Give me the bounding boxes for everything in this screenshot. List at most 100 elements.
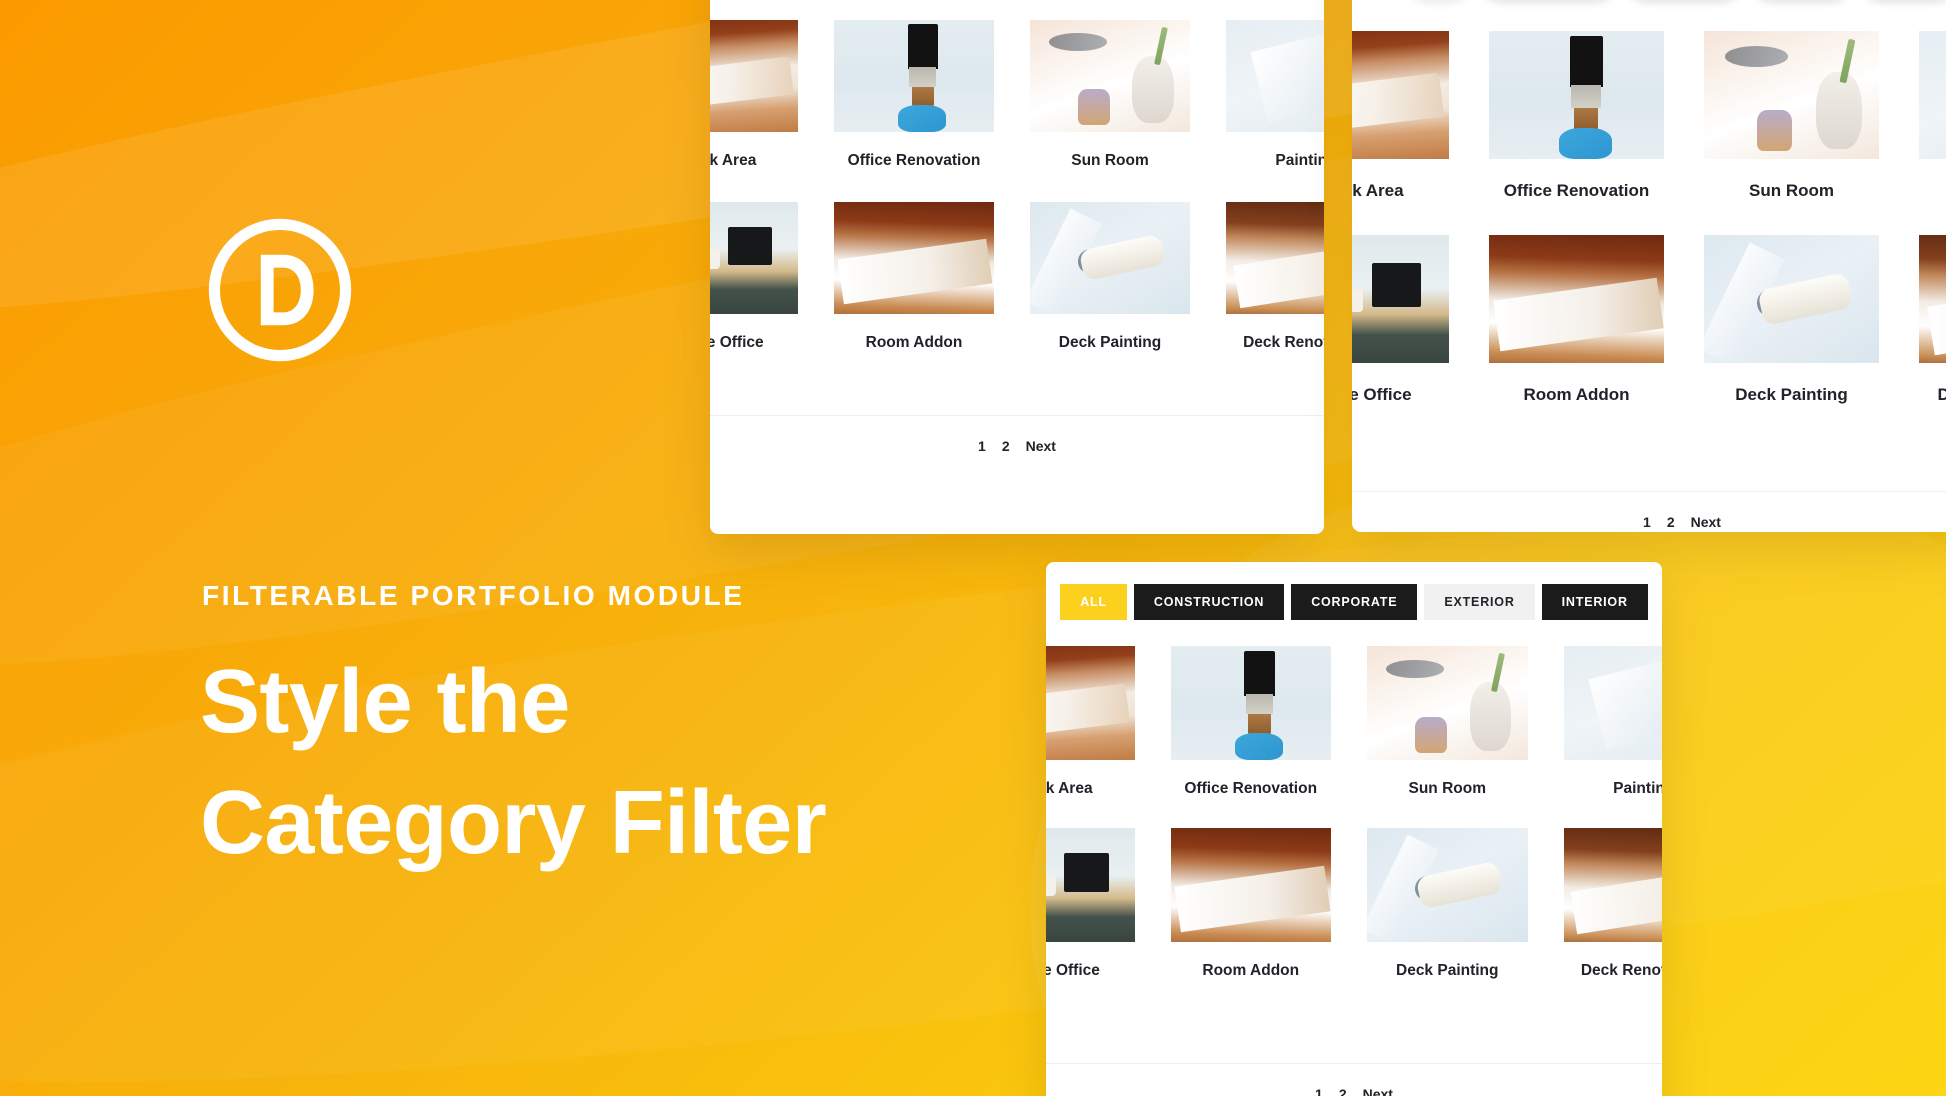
filter-button-construction[interactable]: CONSTRUCTION xyxy=(1133,584,1285,620)
filter-button-all[interactable]: ALL xyxy=(1060,584,1127,620)
portfolio-item-title: Room Addon xyxy=(865,334,963,351)
portfolio-item-title: Deck Renovation xyxy=(1243,334,1324,351)
portfolio-thumbnail[interactable] xyxy=(1919,235,1946,363)
filter-button-corporate[interactable]: CORPORATE xyxy=(1291,584,1418,620)
portfolio-item-title: Deck Painting xyxy=(1058,334,1162,351)
portfolio-item[interactable]: Office Renovation xyxy=(834,20,994,170)
portfolio-card-segmented: ALLCONSTRUCTIONCORPORATEEXTERIORINTERIOR… xyxy=(710,0,1324,534)
portfolio-item-title: Painting xyxy=(1919,181,1946,201)
portfolio-thumbnail[interactable] xyxy=(1226,20,1324,132)
portfolio-item[interactable]: Painting xyxy=(1563,646,1662,798)
portfolio-item[interactable]: Home Office xyxy=(1352,235,1449,405)
portfolio-item[interactable]: Painting xyxy=(1919,31,1946,201)
portfolio-thumbnail[interactable] xyxy=(1563,646,1662,760)
pagination-page-1[interactable]: 1 xyxy=(1643,514,1651,530)
portfolio-thumbnail[interactable] xyxy=(710,20,798,132)
portfolio-thumbnail[interactable] xyxy=(1563,828,1662,942)
pagination-next[interactable]: Next xyxy=(1026,438,1056,454)
portfolio-item-title: Work Area xyxy=(710,152,757,169)
portfolio-image xyxy=(1046,828,1135,942)
portfolio-image xyxy=(1563,828,1662,942)
portfolio-item[interactable]: Office Renovation xyxy=(1170,646,1331,798)
portfolio-item[interactable]: Deck Painting xyxy=(1704,235,1879,405)
portfolio-item[interactable]: Room Addon xyxy=(834,202,994,352)
portfolio-item[interactable]: Work Area xyxy=(1046,646,1135,798)
portfolio-item[interactable]: Sun Room xyxy=(1704,31,1879,201)
portfolio-item[interactable]: Home Office xyxy=(1046,828,1135,980)
category-filter-blocks[interactable]: ALL CONSTRUCTION CORPORATE EXTERIOR INTERIOR xyxy=(1060,584,1648,620)
portfolio-thumbnail[interactable] xyxy=(1919,31,1946,159)
portfolio-item[interactable]: Deck Painting xyxy=(1030,202,1190,352)
portfolio-thumbnail[interactable] xyxy=(1030,20,1190,132)
portfolio-image xyxy=(1704,31,1879,159)
portfolio-thumbnail[interactable] xyxy=(710,202,798,314)
portfolio-item[interactable]: Sun Room xyxy=(1367,646,1528,798)
portfolio-thumbnail[interactable] xyxy=(1704,235,1879,363)
portfolio-thumbnail[interactable] xyxy=(1704,31,1879,159)
portfolio-thumbnail[interactable] xyxy=(1046,646,1135,760)
portfolio-item[interactable]: Deck Renovation xyxy=(1226,202,1324,352)
pagination-page-2[interactable]: 2 xyxy=(1339,1086,1347,1096)
portfolio-item[interactable]: Work Area xyxy=(1352,31,1449,201)
portfolio-item[interactable]: Work Area xyxy=(710,20,798,170)
portfolio-item-title: Room Addon xyxy=(1523,385,1630,404)
portfolio-item[interactable]: Office Renovation xyxy=(1489,31,1664,201)
portfolio-item[interactable]: Sun Room xyxy=(1030,20,1190,170)
filter-button-exterior[interactable]: EXTERIOR xyxy=(1424,584,1535,620)
portfolio-item-title: Sun Room xyxy=(1071,152,1149,169)
portfolio-item[interactable]: Deck Renovation xyxy=(1563,828,1662,980)
portfolio-image xyxy=(1030,202,1190,314)
portfolio-thumbnail[interactable] xyxy=(834,20,994,132)
category-filter-row: ALL CONSTRUCTION CORPORATE EXTERIOR INTERIOR xyxy=(1046,562,1662,620)
portfolio-image xyxy=(1352,235,1449,363)
pagination[interactable]: 1 2 Next xyxy=(1352,491,1946,532)
divi-logo-icon xyxy=(208,218,352,362)
portfolio-item-title: Sun Room xyxy=(1749,181,1834,200)
portfolio-image xyxy=(1704,235,1879,363)
portfolio-thumbnail[interactable] xyxy=(1352,235,1449,363)
pagination[interactable]: 1 2 Next xyxy=(710,415,1324,456)
filter-button-interior[interactable]: INTERIOR xyxy=(1541,584,1648,620)
portfolio-item-title: Room Addon xyxy=(1202,962,1300,979)
portfolio-thumbnail[interactable] xyxy=(1170,646,1331,760)
portfolio-item[interactable]: Deck Renovation xyxy=(1919,235,1946,405)
portfolio-thumbnail[interactable] xyxy=(1367,828,1528,942)
pagination-next[interactable]: Next xyxy=(1363,1086,1393,1096)
portfolio-image xyxy=(1226,20,1324,132)
portfolio-image xyxy=(1367,646,1528,760)
portfolio-image xyxy=(1170,646,1331,760)
portfolio-thumbnail[interactable] xyxy=(1489,235,1664,363)
portfolio-item-title: Work Area xyxy=(1046,780,1093,797)
portfolio-thumbnail[interactable] xyxy=(1030,202,1190,314)
portfolio-item-title: Sun Room xyxy=(1408,780,1487,797)
pagination-page-2[interactable]: 2 xyxy=(1002,438,1010,454)
portfolio-card-pills: AllConstructionCorporateExteriorInterior… xyxy=(1352,0,1946,532)
portfolio-image xyxy=(1030,20,1190,132)
headline-line-1: Style the xyxy=(200,652,570,752)
portfolio-image xyxy=(1352,31,1449,159)
portfolio-item[interactable]: Home Office xyxy=(710,202,798,352)
portfolio-thumbnail[interactable] xyxy=(1489,31,1664,159)
portfolio-thumbnail[interactable] xyxy=(1226,202,1324,314)
portfolio-thumbnail[interactable] xyxy=(1352,31,1449,159)
portfolio-item-title: Home Office xyxy=(1352,385,1412,404)
portfolio-thumbnail[interactable] xyxy=(1367,646,1528,760)
pagination[interactable]: 1 2 Next xyxy=(1046,1063,1662,1096)
pagination-page-1[interactable]: 1 xyxy=(1315,1086,1323,1096)
pagination-page-2[interactable]: 2 xyxy=(1667,514,1675,530)
portfolio-thumbnail[interactable] xyxy=(1046,828,1135,942)
pagination-page-1[interactable]: 1 xyxy=(978,438,986,454)
portfolio-item[interactable]: Deck Painting xyxy=(1367,828,1528,980)
portfolio-item[interactable]: Room Addon xyxy=(1489,235,1664,405)
portfolio-grid-row-2: Home Office Room Addon Deck Painting Deck R… xyxy=(1352,235,1946,405)
card-inner: ALLCONSTRUCTIONCORPORATEEXTERIORINTERIOR… xyxy=(1046,562,1662,1096)
portfolio-item[interactable]: Room Addon xyxy=(1170,828,1331,980)
card-inner: AllConstructionCorporateExteriorInterior… xyxy=(1352,0,1946,532)
portfolio-thumbnail[interactable] xyxy=(1170,828,1331,942)
portfolio-grid-row-2: Home Office Room Addon Deck Painting Deck R… xyxy=(710,202,1324,352)
portfolio-image xyxy=(834,20,994,132)
portfolio-thumbnail[interactable] xyxy=(834,202,994,314)
headline-line-2: Category Filter xyxy=(200,772,827,873)
pagination-next[interactable]: Next xyxy=(1691,514,1721,530)
portfolio-item[interactable]: Painting xyxy=(1226,20,1324,170)
